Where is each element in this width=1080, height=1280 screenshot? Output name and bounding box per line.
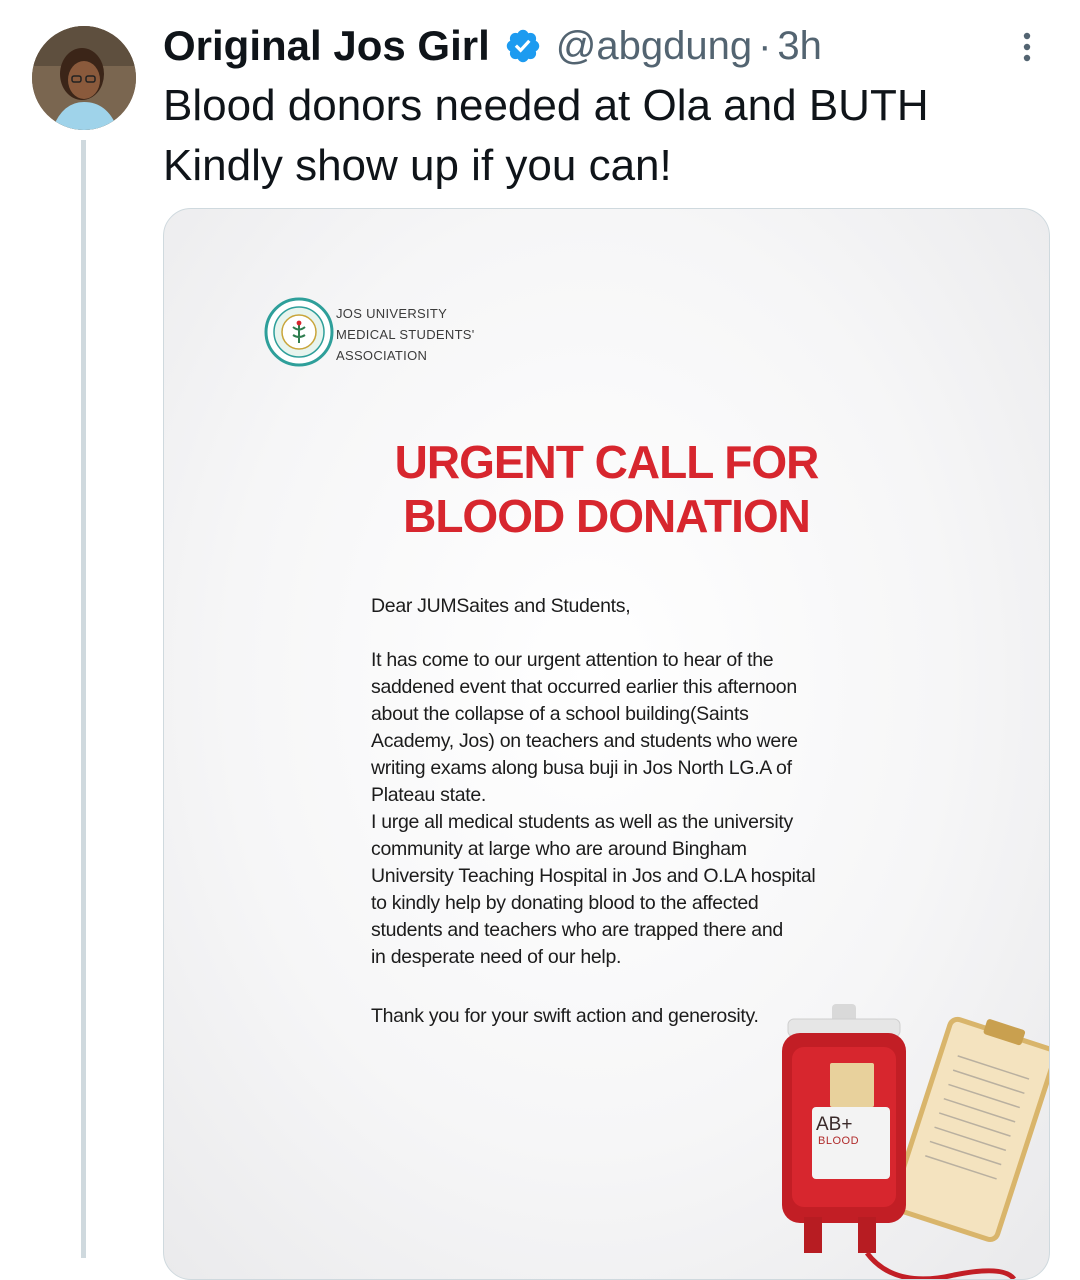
letter-line: It has come to our urgent attention to h… — [371, 649, 774, 671]
tweet-text-line: Blood donors needed at Ola and BUTH — [163, 81, 929, 130]
letter-line: writing exams along busa buji in Jos Nor… — [371, 757, 792, 779]
verified-badge-icon — [504, 27, 542, 65]
tweet-timestamp[interactable]: 3h — [777, 24, 822, 69]
association-name: JOS UNIVERSITY MEDICAL STUDENTS' ASSOCIA… — [336, 303, 475, 366]
headline-line: BLOOD DONATION — [403, 490, 811, 542]
letter-line: students and teachers who are trapped th… — [371, 919, 783, 941]
poster-letter: Dear JUMSaites and Students, It has come… — [371, 593, 891, 1027]
thread-line — [81, 140, 86, 1258]
tweet-text-line: Kindly show up if you can! — [163, 141, 672, 190]
tweet-media-image[interactable]: JOS UNIVERSITY MEDICAL STUDENTS' ASSOCIA… — [163, 208, 1050, 1280]
tweet-text: Blood donors needed at Ola and BUTH Kind… — [163, 76, 1043, 196]
letter-line: University Teaching Hospital in Jos and … — [371, 865, 816, 887]
letter-closing: Thank you for your swift action and gene… — [371, 1005, 759, 1027]
poster-headline: URGENT CALL FOR BLOOD DONATION — [164, 435, 1049, 543]
letter-line: about the collapse of a school building(… — [371, 703, 749, 725]
letter-line: Plateau state. — [371, 784, 487, 806]
letter-line: Academy, Jos) on teachers and students w… — [371, 730, 798, 752]
blood-bag-caption: BLOOD — [818, 1135, 860, 1147]
letter-line: in desperate need of our help. — [371, 946, 622, 968]
author-avatar[interactable] — [32, 26, 136, 130]
letter-line: community at large who are around Bingha… — [371, 838, 747, 860]
more-vertical-icon[interactable] — [1012, 28, 1042, 68]
separator-dot: · — [758, 23, 772, 68]
author-handle[interactable]: @abgdung — [556, 24, 752, 69]
letter-line: to kindly help by donating blood to the … — [371, 892, 759, 914]
org-line: MEDICAL STUDENTS' — [336, 327, 475, 342]
letter-greeting: Dear JUMSaites and Students, — [371, 595, 631, 617]
letter-line: I urge all medical students as well as t… — [371, 811, 793, 833]
letter-line: saddened event that occurred earlier thi… — [371, 676, 797, 698]
letter-body: It has come to our urgent attention to h… — [371, 647, 891, 971]
author-name[interactable]: Original Jos Girl — [163, 22, 490, 70]
association-logo — [264, 297, 334, 367]
org-line: ASSOCIATION — [336, 348, 428, 363]
headline-line: URGENT CALL FOR — [394, 436, 820, 488]
blood-type-label: AB+ — [816, 1114, 853, 1135]
org-line: JOS UNIVERSITY — [336, 306, 448, 321]
tweet-header: Original Jos Girl @abgdung · 3h — [163, 18, 822, 74]
